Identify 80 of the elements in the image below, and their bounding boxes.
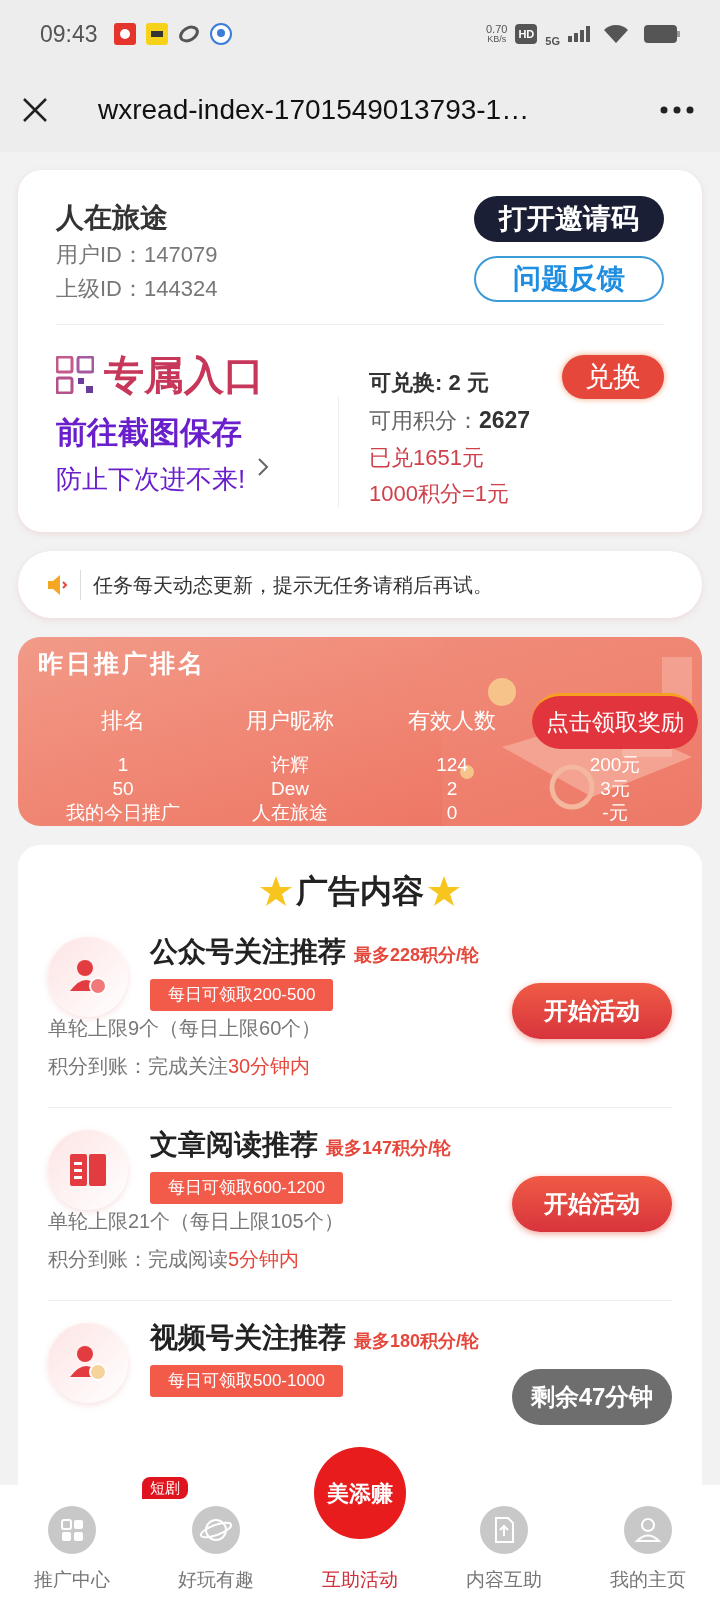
points-label: 可用积分： xyxy=(369,407,479,435)
exchangeable-amount: 可兑换: 2 元 xyxy=(369,369,489,397)
app-notification-icon xyxy=(145,23,168,45)
column-header: 用户昵称 xyxy=(245,707,335,735)
exchange-button[interactable]: 兑换 xyxy=(562,355,664,399)
notice-text: 任务每天动态更新，提示无任务请稍后再试。 xyxy=(93,572,493,598)
tab-item[interactable]: 内容互助 xyxy=(466,1505,542,1594)
table-cell-text: 1 xyxy=(116,752,130,777)
entry-warning: 防止下次进不来! xyxy=(56,463,246,496)
limit-text: 单轮上限21个（每日上限105个） xyxy=(48,1209,344,1234)
page-title: wxread-index-1701549013793-1… xyxy=(98,93,530,127)
tab-item[interactable]: 我的主页 xyxy=(610,1505,686,1594)
arrival-text: 积分到账：完成关注30分钟内 xyxy=(48,1054,311,1079)
claim-reward-button[interactable]: 点击领取奖励 xyxy=(532,692,698,749)
table-cell-text: -元 xyxy=(601,800,629,825)
signal-icon xyxy=(568,26,590,42)
tab-item[interactable]: 好玩有趣 xyxy=(178,1505,254,1594)
user-id: 用户ID：147079 xyxy=(56,241,218,269)
speaker-icon xyxy=(46,573,68,596)
entry-title: 专属入口 xyxy=(104,352,264,399)
new-badge: 短剧 xyxy=(142,1477,188,1499)
entry-hint: 前往截图保存 xyxy=(56,414,243,452)
column-header: 排名 xyxy=(100,707,146,735)
hd-badge: HD xyxy=(515,23,538,45)
table-cell-text: Dew xyxy=(270,776,310,801)
table-cell-text: 0 xyxy=(445,800,459,825)
app-notification-icon xyxy=(113,23,136,45)
task-title: 公众号关注推荐 xyxy=(150,935,346,969)
more-icon[interactable] xyxy=(660,106,694,114)
wifi-icon xyxy=(604,25,628,43)
speed-unit: KB/s xyxy=(487,35,507,44)
app-notification-icon xyxy=(209,23,232,45)
parent-id: 上级ID：144324 xyxy=(56,275,218,303)
column-header: 有效人数 xyxy=(407,707,497,735)
table-cell-text: 2 xyxy=(445,776,459,801)
table-cell-text: 我的今日推广 xyxy=(65,800,181,825)
app-notification-icon xyxy=(177,23,200,45)
start-activity-button[interactable]: 开始活动 xyxy=(512,983,672,1039)
qr-code-icon xyxy=(56,356,94,394)
close-icon[interactable] xyxy=(22,97,48,123)
table-cell-text: 许辉 xyxy=(270,752,310,777)
section-title: 广告内容 xyxy=(296,872,424,911)
person-icon xyxy=(624,1505,672,1554)
table-cell-text: 人在旅途 xyxy=(251,800,329,825)
ranking-title: 昨日推广排名 xyxy=(38,649,206,677)
max-points: 最多180积分/轮 xyxy=(354,1330,480,1353)
task-title: 文章阅读推荐 xyxy=(150,1128,318,1162)
network-type: 5G xyxy=(545,33,560,49)
app-logo[interactable]: 美添赚 xyxy=(314,1447,406,1539)
chevron-right-icon[interactable] xyxy=(257,457,270,477)
tab-item[interactable]: 推广中心 xyxy=(34,1505,110,1594)
max-points: 最多228积分/轮 xyxy=(354,944,480,967)
table-cell-text: 124 xyxy=(435,752,469,777)
user-name: 人在旅途 xyxy=(56,201,169,235)
limit-text: 单轮上限9个（每日上限60个） xyxy=(48,1016,322,1041)
person-star-icon xyxy=(68,1343,108,1383)
daily-quota-tag: 每日可领取500-1000 xyxy=(150,1365,343,1397)
grid-icon xyxy=(48,1505,96,1554)
battery-icon xyxy=(644,25,680,43)
invite-code-button[interactable]: 打开邀请码 xyxy=(474,196,664,242)
daily-quota-tag: 每日可领取600-1200 xyxy=(150,1172,343,1204)
exchange-rate: 1000积分=1元 xyxy=(369,480,511,508)
file-upload-icon xyxy=(480,1505,528,1554)
clock: 09:43 xyxy=(40,19,98,49)
table-cell-text: 3元 xyxy=(599,776,631,801)
book-icon xyxy=(68,1152,108,1188)
feedback-button[interactable]: 问题反馈 xyxy=(474,256,664,302)
network-speed: 0.70 xyxy=(486,24,508,35)
person-star-icon xyxy=(68,957,108,997)
max-points: 最多147积分/轮 xyxy=(326,1137,452,1160)
redeemed-total: 已兑1651元 xyxy=(369,444,485,472)
planet-icon xyxy=(192,1505,240,1554)
table-cell-text: 200元 xyxy=(588,752,642,777)
tab-item[interactable]: 互助活动 xyxy=(322,1565,398,1594)
arrival-text: 积分到账：完成阅读5分钟内 xyxy=(48,1247,300,1272)
daily-quota-tag: 每日可领取200-500 xyxy=(150,979,334,1011)
table-cell-text: 50 xyxy=(111,776,135,801)
task-title: 视频号关注推荐 xyxy=(150,1321,346,1355)
start-activity-button[interactable]: 开始活动 xyxy=(512,1176,672,1232)
points-value: 2627 xyxy=(479,406,531,435)
